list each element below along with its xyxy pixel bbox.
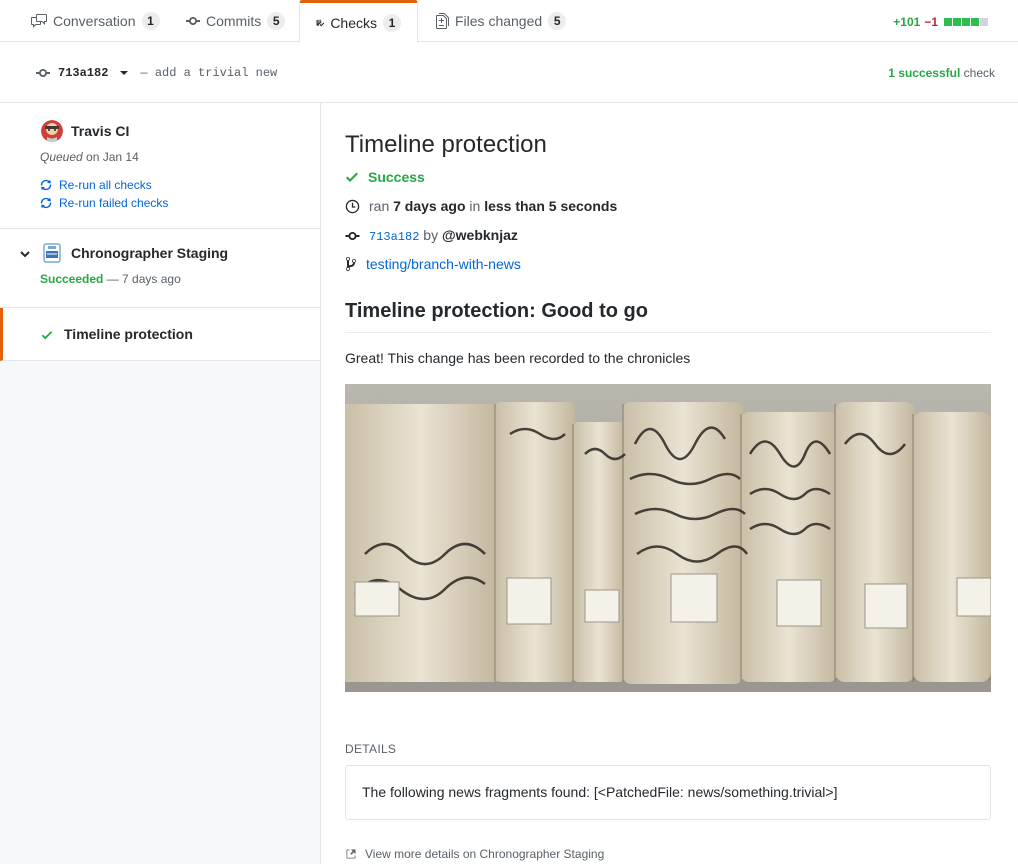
check-suite-status: Succeeded — 7 days ago	[40, 272, 181, 286]
git-commit-icon	[36, 69, 50, 77]
tab-commits-label: Commits	[206, 13, 262, 29]
status-succeeded: Succeeded	[40, 272, 104, 286]
check-suite-header[interactable]: Travis CI	[41, 120, 129, 142]
ran-duration: less than 5 seconds	[484, 198, 618, 214]
tab-conversation-label: Conversation	[53, 13, 136, 29]
status-date: — 7 days ago	[103, 272, 181, 286]
diffstat-block	[971, 18, 979, 26]
check-run-timeline-protection[interactable]: Timeline protection	[0, 308, 320, 361]
check-suite-header[interactable]: Chronographer Staging	[41, 242, 228, 264]
details-text: The following news fragments found: [<Pa…	[362, 784, 838, 800]
rerun-all-checks-link[interactable]: Re-run all checks	[40, 178, 152, 192]
commit-message: — add a trivial new	[140, 66, 278, 80]
commit-line: 713a182 by @webknjaz	[369, 227, 518, 244]
diffstat-block	[980, 18, 988, 26]
diffstat[interactable]: +101 −1	[893, 15, 988, 29]
details-label: DETAILS	[345, 742, 397, 756]
commit-selector-bar: 713a182 — add a trivial new 1 successful…	[0, 42, 1018, 103]
commit-sha[interactable]: 713a182	[58, 66, 108, 80]
tab-conversation-count: 1	[141, 12, 160, 30]
diffstat-additions: +101	[893, 15, 921, 29]
diffstat-block	[944, 18, 952, 26]
tab-files-changed-label: Files changed	[455, 13, 543, 29]
checks-summary-suffix: check	[960, 66, 995, 80]
tab-checks[interactable]: Checks 1	[299, 0, 418, 43]
file-diff-icon	[436, 13, 449, 29]
checklist-icon	[316, 19, 325, 26]
sync-icon	[40, 197, 52, 209]
chronographer-app-icon	[41, 242, 63, 264]
checks-sidebar: Travis CI Queued on Jan 14 Re-run all ch…	[0, 103, 321, 864]
commit-sha-link[interactable]: 713a182	[369, 230, 419, 244]
check-suite-travis: Travis CI Queued on Jan 14 Re-run all ch…	[0, 103, 320, 229]
view-more-label: View more details on Chronographer Stagi…	[365, 847, 605, 861]
rerun-failed-checks-link[interactable]: Re-run failed checks	[40, 196, 168, 210]
ran-when: 7 days ago	[393, 198, 466, 214]
commit-row: 713a182 by @webknjaz	[345, 227, 518, 244]
status-text: Success	[368, 169, 425, 185]
clock-icon	[345, 199, 360, 213]
tab-checks-count: 1	[383, 13, 401, 32]
rerun-all-label: Re-run all checks	[59, 178, 152, 192]
checks-summary-count: 1 successful	[888, 66, 961, 80]
chevron-down-icon[interactable]	[20, 249, 30, 259]
check-icon	[41, 331, 53, 340]
comment-discussion-icon	[31, 14, 47, 28]
timing-row: ran 7 days ago in less than 5 seconds	[345, 198, 617, 214]
diffstat-blocks	[944, 18, 988, 26]
travis-ci-avatar-icon	[41, 120, 63, 142]
check-suite-app-name: Chronographer Staging	[71, 245, 229, 261]
status-row: Success	[345, 169, 425, 185]
external-link-icon	[346, 849, 356, 859]
ran-prefix: ran	[369, 198, 394, 214]
sync-icon	[40, 179, 52, 191]
git-commit-icon	[345, 231, 360, 240]
check-icon	[346, 172, 358, 182]
tab-checks-label: Checks	[330, 14, 377, 31]
timing-text: ran 7 days ago in less than 5 seconds	[369, 198, 617, 214]
page-title: Timeline protection	[345, 131, 547, 158]
pr-tab-bar: Conversation 1 Commits 5 Checks 1 Files …	[0, 0, 1018, 43]
tab-commits[interactable]: Commits 5	[170, 0, 301, 42]
check-suite-app-name: Travis CI	[71, 123, 130, 139]
tab-commits-count: 5	[267, 12, 286, 30]
check-suite-status: Queued on Jan 14	[40, 150, 139, 164]
commit-selector[interactable]: 713a182 — add a trivial new	[36, 65, 277, 81]
chevron-down-icon[interactable]	[120, 71, 129, 75]
summary-paragraph: Great! This change has been recorded to …	[345, 350, 691, 366]
status-date: on Jan 14	[82, 150, 139, 164]
archive-books-image	[345, 384, 991, 692]
details-box: The following news fragments found: [<Pa…	[345, 765, 991, 820]
tab-files-changed-count: 5	[548, 12, 567, 30]
branch-link[interactable]: testing/branch-with-news	[366, 256, 521, 272]
git-commit-icon	[186, 17, 200, 25]
diffstat-block	[962, 18, 970, 26]
git-branch-icon	[346, 257, 356, 271]
ran-in: in	[465, 198, 485, 214]
author-link[interactable]: @webknjaz	[442, 227, 518, 243]
rerun-failed-label: Re-run failed checks	[59, 196, 169, 210]
summary-heading: Timeline protection: Good to go	[345, 300, 991, 333]
check-run-name: Timeline protection	[64, 326, 193, 342]
status-queued: Queued	[40, 150, 83, 164]
tab-conversation[interactable]: Conversation 1	[15, 0, 176, 42]
diffstat-block	[953, 18, 961, 26]
checks-summary: 1 successful check	[888, 66, 995, 80]
branch-row: testing/branch-with-news	[345, 256, 521, 272]
diffstat-deletions: −1	[924, 15, 938, 29]
view-more-details-link[interactable]: View more details on Chronographer Stagi…	[345, 847, 604, 861]
tab-files-changed[interactable]: Files changed 5	[420, 0, 582, 42]
check-suite-chronographer: Chronographer Staging Succeeded — 7 days…	[0, 229, 320, 308]
by-text: by	[419, 227, 442, 243]
